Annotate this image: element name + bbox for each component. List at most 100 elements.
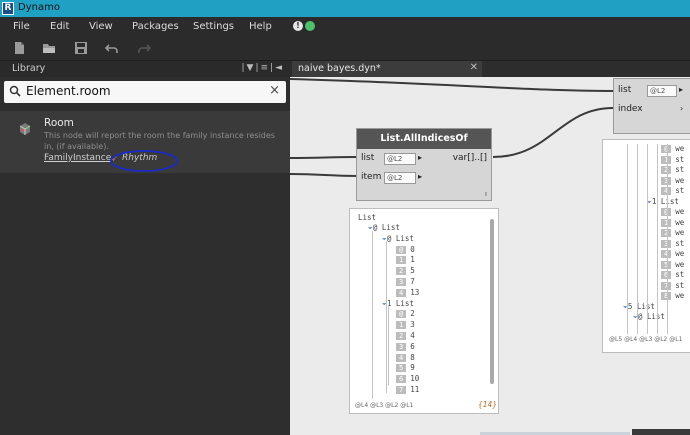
- item-index: @: [396, 310, 407, 319]
- wire-to-index-input: [492, 107, 614, 158]
- item-index: 3: [396, 342, 407, 351]
- input-port-item[interactable]: item: [361, 172, 381, 182]
- lacing-item[interactable]: @L2: [384, 172, 416, 184]
- lacing-arrow-icon[interactable]: ▸: [418, 153, 422, 162]
- item-index: 6: [396, 375, 407, 384]
- sublist-text: @ List: [637, 312, 665, 321]
- preview-item-count: {14}: [478, 400, 498, 409]
- item-value: we: [675, 144, 685, 153]
- item-index: 7: [396, 386, 407, 394]
- clear-search-icon[interactable]: ×: [269, 83, 280, 98]
- item-value: 2: [410, 309, 415, 319]
- preview-list-item: 8 we: [661, 291, 684, 300]
- preview-list-item: 11: [396, 255, 415, 265]
- window-title: Dynamo: [18, 2, 60, 13]
- preview-list-item: 4 13: [396, 288, 419, 297]
- sublist-text: 1 List: [651, 196, 679, 206]
- blue-annotation-ellipse: [110, 150, 178, 172]
- tab-label: naive bayes.dyn*: [298, 63, 381, 74]
- undo-icon[interactable]: [105, 41, 119, 55]
- menu-settings[interactable]: Settings: [193, 21, 234, 32]
- input-port-list[interactable]: list: [361, 153, 374, 163]
- menu-packages[interactable]: Packages: [132, 21, 179, 32]
- search-input[interactable]: Element.room: [26, 84, 111, 98]
- tab-naive-bayes[interactable]: naive bayes.dyn* ✕: [292, 61, 482, 77]
- preview-list-item: 2 we: [661, 228, 684, 237]
- lacing-arrow-icon[interactable]: ▸: [418, 172, 422, 181]
- item-index: 1: [396, 321, 407, 330]
- preview-list-item: @ we: [661, 144, 684, 153]
- preview-list-item: 6st: [661, 270, 684, 279]
- preview-list-item: 13: [396, 320, 415, 330]
- status-indicator-icon[interactable]: [305, 21, 315, 31]
- tree-guide-line: [372, 231, 373, 399]
- notification-icon[interactable]: !: [293, 21, 303, 31]
- save-icon[interactable]: [74, 41, 88, 55]
- item-value: 9: [410, 363, 415, 373]
- item-value: 0: [410, 244, 415, 254]
- menu-help[interactable]: Help: [249, 21, 272, 32]
- lacing-list[interactable]: @L2: [647, 85, 677, 97]
- preview-list-item: 48: [396, 353, 415, 362]
- menu-view[interactable]: View: [89, 21, 113, 32]
- preview-list-item: 25: [396, 266, 415, 276]
- preview-list-item: @0: [396, 245, 415, 254]
- item-value: st: [675, 154, 685, 164]
- revit-app-icon: R: [2, 2, 14, 15]
- menu-file[interactable]: File: [13, 21, 30, 32]
- item-value: we: [675, 249, 685, 258]
- item-index: 2: [396, 267, 407, 276]
- lacing-list[interactable]: @L2: [384, 153, 416, 165]
- item-value: 4: [410, 331, 415, 340]
- node-get-item-at-index[interactable]: list @L2 ▸ index ›: [613, 78, 690, 134]
- open-file-icon[interactable]: [42, 41, 56, 55]
- graph-canvas[interactable]: List.AllIndicesOf list @L2 ▸ item @L2 ▸ …: [290, 77, 690, 435]
- collapse-icon[interactable]: |◄: [270, 63, 284, 73]
- preview-list-item: 5 we: [661, 260, 684, 269]
- library-search-box[interactable]: Element.room ×: [4, 81, 286, 103]
- node-list-allindicesof[interactable]: List.AllIndicesOf list @L2 ▸ item @L2 ▸ …: [356, 128, 492, 201]
- item-value: st: [675, 270, 685, 279]
- node-title: List.AllIndicesOf: [357, 129, 491, 149]
- preview-list-item: 3 we: [661, 176, 684, 185]
- close-tab-icon[interactable]: ✕: [470, 62, 478, 73]
- preview-level-footer: @L4 @L3 @L2 @L1: [355, 402, 414, 409]
- item-value: 1: [410, 255, 415, 265]
- port-arrow-icon[interactable]: ›: [680, 104, 683, 113]
- preview-list-item: @2: [396, 309, 415, 319]
- tree-guide-line: [627, 144, 628, 334]
- search-icon: [9, 85, 21, 97]
- redo-icon[interactable]: [137, 41, 151, 55]
- preview-list-item: 24: [396, 331, 415, 340]
- item-value: 5: [410, 266, 415, 276]
- tree-guide-line: [637, 144, 638, 334]
- item-index: 3: [396, 278, 407, 286]
- preview-list-item: 4st: [661, 186, 684, 195]
- partial-node-bottom: [632, 429, 690, 435]
- lacing-arrow-icon[interactable]: ▸: [679, 85, 683, 94]
- preview-list-item: 6 10: [396, 374, 419, 384]
- preview-bubble-get-item[interactable]: @L5 @L4 @L3 @L2 @L1 @ we 1st 2st 3 we 4st ⏷1 Li…: [602, 139, 690, 353]
- menu-bar: File Edit View Packages Settings Help !: [0, 17, 690, 37]
- library-header: Library |▼|≡|◄: [0, 61, 290, 77]
- result-category-link[interactable]: FamilyInstance: [44, 153, 111, 163]
- list-view-icon[interactable]: |≡: [255, 63, 270, 73]
- item-value: st: [675, 186, 685, 195]
- library-view-options: |▼|≡|◄: [241, 63, 284, 73]
- tree-guide-line: [647, 144, 648, 334]
- filter-icon[interactable]: |▼: [241, 63, 255, 73]
- output-port[interactable]: var[]..[]: [453, 153, 487, 163]
- tree-guide-line: [386, 241, 387, 393]
- new-file-icon[interactable]: [12, 41, 26, 55]
- wire-to-get-item-list: [290, 78, 614, 92]
- sublist-text: @ List: [386, 233, 414, 243]
- input-port-index[interactable]: index: [618, 104, 643, 114]
- preview-scrollbar[interactable]: [490, 219, 494, 384]
- menu-edit[interactable]: Edit: [50, 21, 69, 32]
- tree-guide-line: [388, 305, 389, 385]
- preview-bubble-allindicesof[interactable]: List @L4 @L3 @L2 @L1 {14} ⏷@ List ⏷@ List…: [349, 208, 499, 414]
- item-value: 11: [410, 385, 420, 394]
- title-bar: R Dynamo: [0, 0, 690, 17]
- dynamo-window: R Dynamo File Edit View Packages Setting…: [0, 0, 690, 435]
- input-port-list[interactable]: list: [618, 85, 631, 95]
